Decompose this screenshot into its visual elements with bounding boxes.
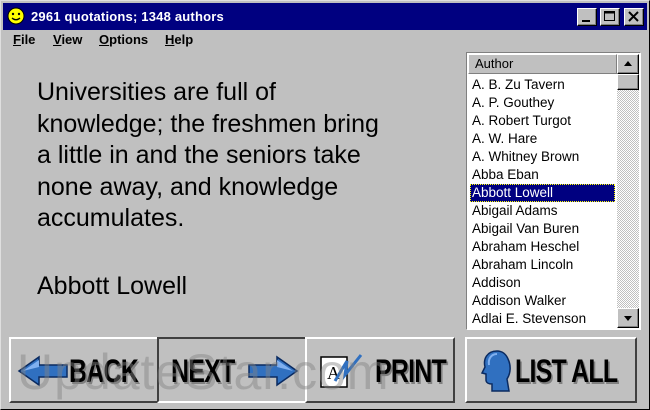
author-list: Author A. B. Zu Tavern A. P. Gouthey A. Ro… (468, 54, 617, 328)
arrow-up-icon (624, 61, 632, 66)
minimize-icon (582, 20, 590, 22)
minimize-button[interactable] (577, 8, 597, 26)
menu-view[interactable]: View (53, 32, 82, 47)
app-window: 2961 quotations; 1348 authors File View … (0, 0, 650, 410)
quote-author: Abbott Lowell (37, 272, 188, 300)
quote-line: a little in and the seniors take (37, 141, 361, 169)
quote-text: Universities are full of knowledge; the … (37, 77, 437, 235)
author-list-item[interactable]: Addison (468, 274, 617, 292)
author-list-item[interactable]: A. W. Hare (468, 130, 617, 148)
print-button[interactable]: A PRINT (305, 337, 455, 403)
back-button[interactable]: BACK (9, 337, 159, 403)
menu-file[interactable]: File (13, 32, 35, 47)
next-button[interactable]: NEXT (157, 337, 307, 403)
person-head-icon (480, 350, 511, 392)
print-label: PRINT (375, 353, 447, 389)
quote-line: knowledge; the freshmen bring (37, 109, 379, 138)
author-column-header[interactable]: Author (468, 54, 617, 74)
author-list-item[interactable]: A. P. Gouthey (468, 94, 617, 112)
quote-body: Universities are full of knowledge; the … (37, 77, 437, 235)
author-list-item[interactable]: Abraham Lincoln (468, 256, 617, 274)
next-label: NEXT (171, 353, 235, 389)
arrow-down-icon (624, 316, 632, 321)
maximize-icon (604, 11, 615, 21)
author-list-item[interactable]: A. Robert Turgot (468, 112, 617, 130)
menu-bar: File View Options Help (3, 31, 647, 51)
author-list-item[interactable]: Addison Walker (468, 292, 617, 310)
title-bar[interactable]: 2961 quotations; 1348 authors (3, 3, 647, 30)
author-list-item[interactable]: Abigail Adams (468, 202, 617, 220)
author-items: A. B. Zu Tavern A. P. Gouthey A. Robert Tu… (468, 76, 617, 328)
svg-text:A: A (327, 363, 340, 383)
list-all-button[interactable]: LIST ALL (465, 337, 637, 403)
arrow-right-icon (248, 355, 299, 387)
author-list-item[interactable]: Abbott Lowell (470, 184, 615, 202)
close-icon (628, 11, 639, 22)
print-document-icon: A (320, 354, 363, 388)
back-label: BACK (69, 353, 139, 389)
menu-help[interactable]: Help (165, 32, 193, 47)
author-list-item[interactable]: Abba Eban (468, 166, 617, 184)
author-list-item[interactable]: A. B. Zu Tavern (468, 76, 617, 94)
scroll-up-button[interactable] (617, 54, 639, 74)
maximize-button[interactable] (600, 8, 620, 26)
author-list-item[interactable]: Abigail Van Buren (468, 220, 617, 238)
list-all-label: LIST ALL (515, 353, 618, 389)
scroll-thumb[interactable] (617, 74, 639, 90)
menu-options[interactable]: Options (99, 32, 148, 47)
arrow-left-icon (17, 355, 68, 387)
window-title: 2961 quotations; 1348 authors (31, 9, 224, 24)
author-list-item[interactable]: Adlai E. Stevenson (468, 310, 617, 328)
quote-line: Universities are full of (37, 78, 276, 106)
author-list-item[interactable]: Abraham Heschel (468, 238, 617, 256)
scroll-down-button[interactable] (617, 308, 639, 328)
smiley-icon[interactable] (7, 7, 25, 25)
quote-line: accumulates. (37, 204, 185, 232)
author-list-item[interactable]: A. Whitney Brown (468, 148, 617, 166)
author-scrollbar[interactable] (617, 54, 639, 328)
close-button[interactable] (624, 8, 644, 26)
action-buttons: BACK NEXT A PRINT LIST ALL (7, 337, 643, 403)
quote-line: none away, and knowledge (37, 172, 339, 201)
author-listbox[interactable]: Author A. B. Zu Tavern A. P. Gouthey A. Ro… (466, 52, 641, 330)
